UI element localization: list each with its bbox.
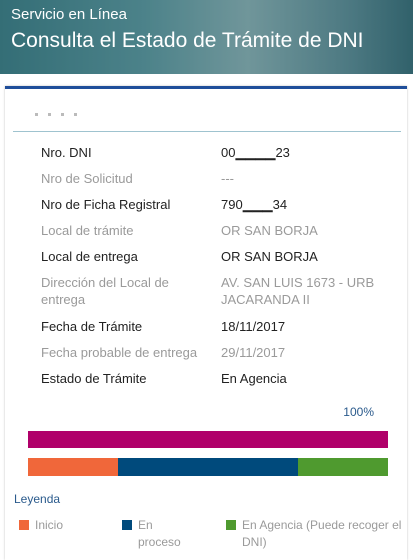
field-label: Fecha probable de entrega [41, 345, 198, 360]
field-label: Local de entrega [41, 249, 138, 264]
field-label: Nro. DNI [41, 145, 92, 160]
masked-name [35, 103, 115, 116]
field-label: Nro de Ficha Registral [41, 197, 171, 212]
legend-swatch [226, 520, 236, 530]
field-label: Fecha de Trámite [41, 319, 143, 334]
legend-label: Inicio [35, 518, 64, 532]
legend-swatch [122, 520, 132, 530]
status-card: Nro. DNI 00▁▁▁▁23 Nro de Solicitud --- N… [5, 86, 407, 560]
field-label: Dirección del Local de entrega [41, 275, 169, 307]
field-value: AV. SAN LUIS 1673 - URB JACARANDA II [221, 275, 375, 307]
field-label: Nro de Solicitud [41, 171, 133, 186]
service-label: Servicio en Línea [11, 6, 127, 23]
field-label: Local de trámite [41, 223, 134, 238]
legend-swatch [19, 520, 29, 530]
field-value: 790▁▁▁34 [221, 197, 288, 212]
page-title: Consulta el Estado de Trámite de DNI [11, 29, 364, 52]
field-value: 18/11/2017 [221, 319, 286, 334]
field-label: Estado de Trámite [41, 371, 147, 386]
divider [13, 131, 401, 132]
header-banner: Servicio en Línea Consulta el Estado de … [0, 0, 413, 74]
stage-bar-en-proceso [118, 458, 298, 476]
legend-label: En Agencia (Puede recoger el DNI) [242, 518, 402, 549]
stage-bar-inicio [28, 458, 118, 476]
progress-percent: 100% [343, 405, 374, 419]
stage-bar-en-agencia [298, 458, 388, 476]
field-value: OR SAN BORJA [221, 249, 318, 264]
field-value: 29/11/2017 [221, 345, 286, 360]
legend-label: En proceso [138, 518, 181, 549]
field-value: En Agencia [221, 371, 287, 386]
field-value: OR SAN BORJA [221, 223, 318, 238]
legend-title: Leyenda [14, 492, 61, 506]
field-value: --- [221, 171, 234, 186]
field-value: 00▁▁▁▁23 [221, 145, 290, 160]
progress-bar [28, 431, 388, 448]
